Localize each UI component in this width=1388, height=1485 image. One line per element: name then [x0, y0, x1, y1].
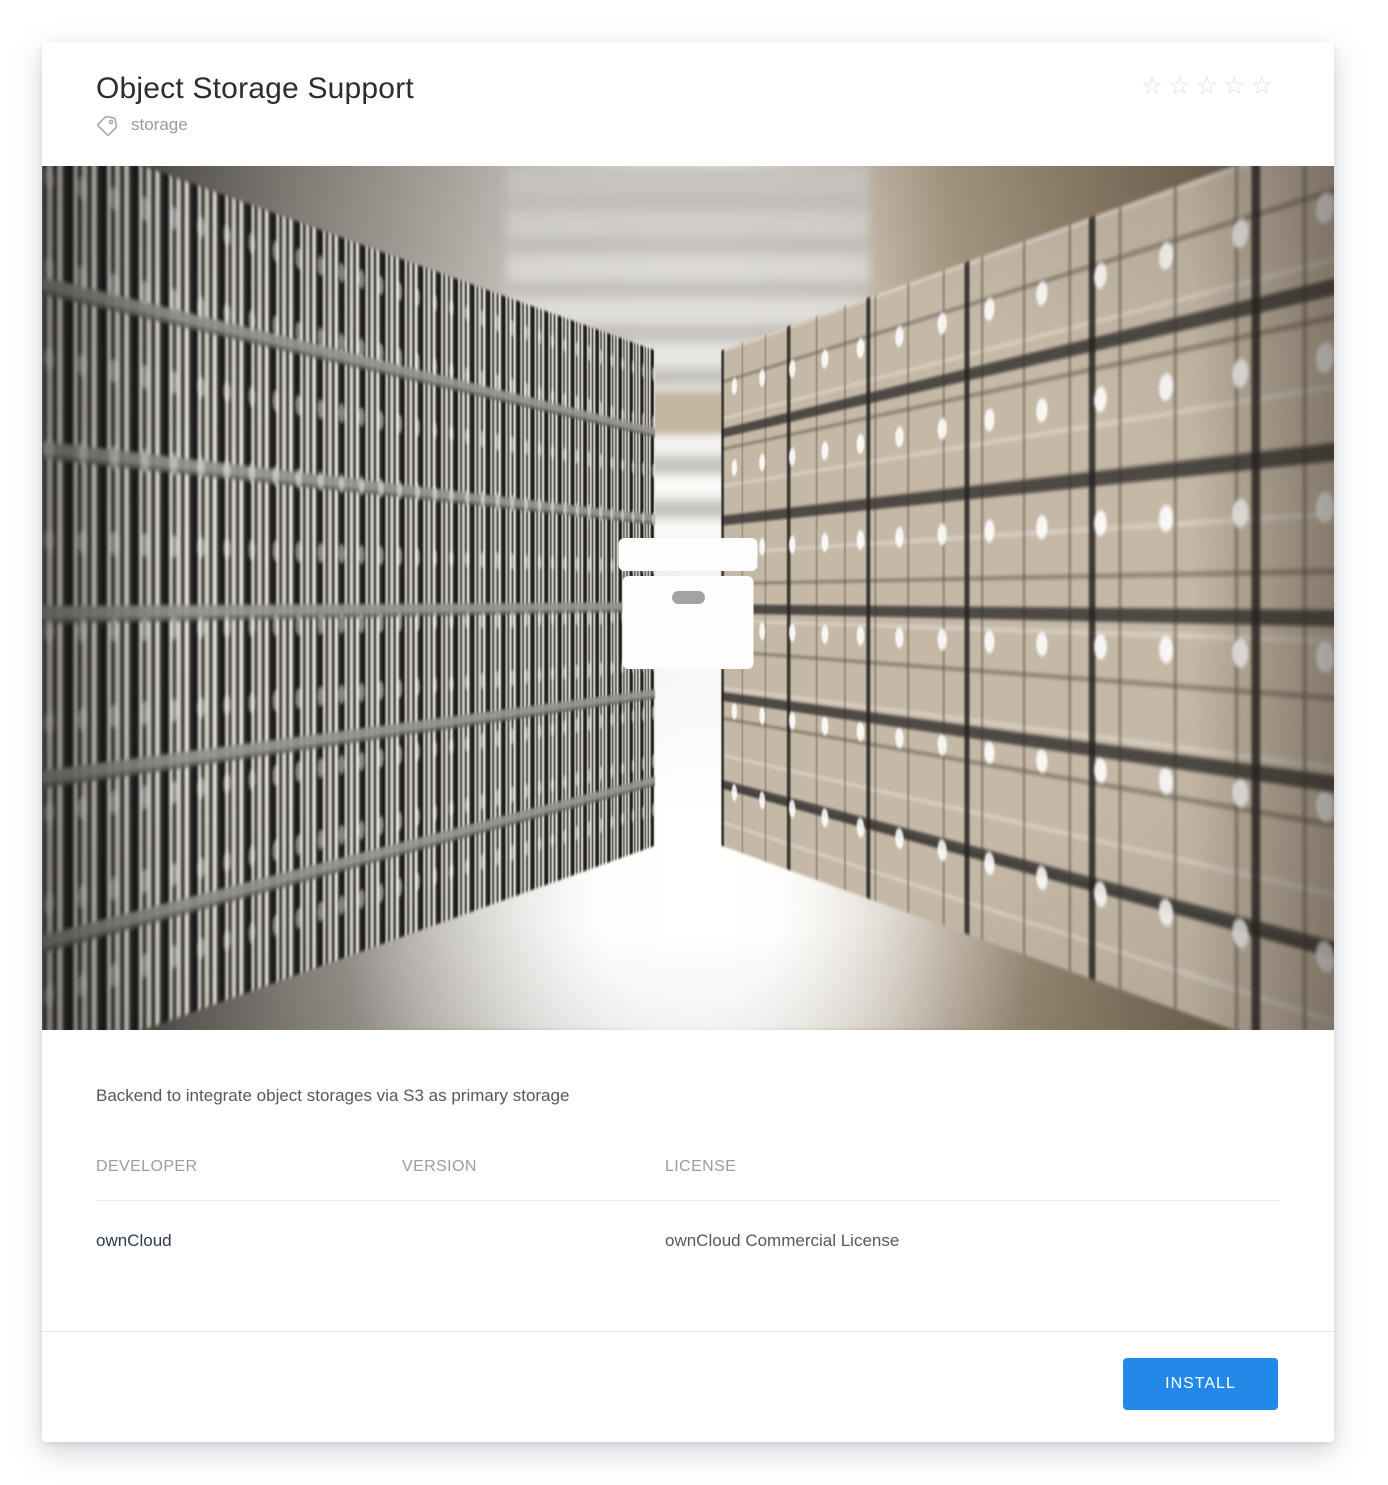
tag-label[interactable]: storage [131, 115, 188, 135]
hero-image [42, 166, 1334, 1030]
star-icon[interactable]: ☆ [1141, 72, 1168, 100]
star-icon[interactable]: ☆ [1196, 72, 1223, 100]
archive-box-handle [672, 591, 705, 604]
archive-box-body [623, 576, 754, 669]
install-button[interactable]: INSTALL [1123, 1358, 1278, 1410]
column-header-version: VERSION [402, 1158, 665, 1176]
archive-box-icon [619, 538, 758, 669]
developer-value[interactable]: ownCloud [96, 1201, 402, 1331]
license-value: ownCloud Commercial License [665, 1201, 1280, 1331]
app-details-card: Object Storage Support storage ☆☆☆☆☆ [42, 42, 1334, 1442]
star-rating[interactable]: ☆☆☆☆☆ [1141, 74, 1278, 99]
star-icon[interactable]: ☆ [1223, 72, 1250, 100]
column-header-developer: DEVELOPER [96, 1158, 402, 1176]
details-table-header: DEVELOPER VERSION LICENSE [96, 1158, 1280, 1201]
archive-box-lid [619, 538, 758, 571]
version-value [402, 1201, 665, 1331]
star-icon[interactable]: ☆ [1168, 72, 1195, 100]
tag-row: storage [96, 113, 1276, 137]
column-header-license: LICENSE [665, 1158, 1280, 1176]
tag-icon [96, 113, 120, 137]
star-icon[interactable]: ☆ [1251, 72, 1278, 100]
app-description: Backend to integrate object storages via… [42, 1030, 1334, 1106]
card-footer: INSTALL [42, 1331, 1334, 1440]
details-table: DEVELOPER VERSION LICENSE ownCloud ownCl… [96, 1158, 1280, 1331]
page-title: Object Storage Support [96, 70, 1276, 108]
app-header: Object Storage Support storage ☆☆☆☆☆ [42, 42, 1334, 166]
table-row: ownCloud ownCloud Commercial License [96, 1201, 1280, 1331]
